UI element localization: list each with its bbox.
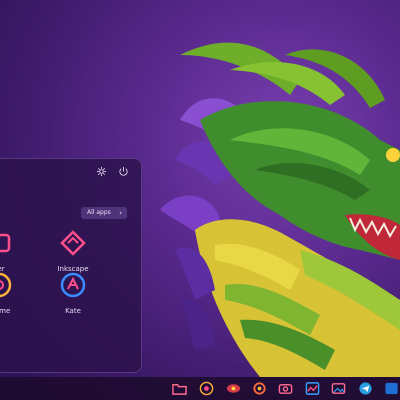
gear-icon <box>96 166 106 176</box>
app-label: Kate <box>65 307 81 315</box>
inkscape-icon <box>60 230 86 256</box>
blue-app-icon[interactable] <box>384 381 399 396</box>
all-apps-label: All apps <box>87 209 111 216</box>
app-inkscape[interactable]: Inkscape <box>43 229 103 275</box>
settings-icon[interactable] <box>252 381 267 396</box>
app-viewer[interactable]: ver <box>0 229 29 275</box>
power-button[interactable] <box>115 163 131 179</box>
chevron-right-icon: › <box>119 209 122 217</box>
sticky-viewer-icon <box>0 233 11 253</box>
app-kate[interactable]: Kate <box>43 271 103 317</box>
app-chrome[interactable]: hrome <box>0 271 29 317</box>
chrome-icon[interactable] <box>199 381 214 396</box>
settings-button[interactable] <box>93 163 109 179</box>
taskbar <box>0 377 400 400</box>
telegram-icon[interactable] <box>358 381 373 396</box>
folder-icon[interactable] <box>172 381 187 396</box>
chart-icon[interactable] <box>305 381 320 396</box>
all-apps-button[interactable]: All apps › <box>81 207 127 219</box>
chrome-icon <box>0 272 12 298</box>
eye-icon[interactable] <box>226 381 241 396</box>
app-launcher-panel: All apps › ver Inkscape hrome Kate <box>0 158 142 373</box>
image-icon[interactable] <box>331 381 346 396</box>
kate-icon <box>60 272 86 298</box>
app-label: hrome <box>0 307 11 315</box>
camera-icon[interactable] <box>278 381 293 396</box>
power-icon <box>118 166 128 176</box>
